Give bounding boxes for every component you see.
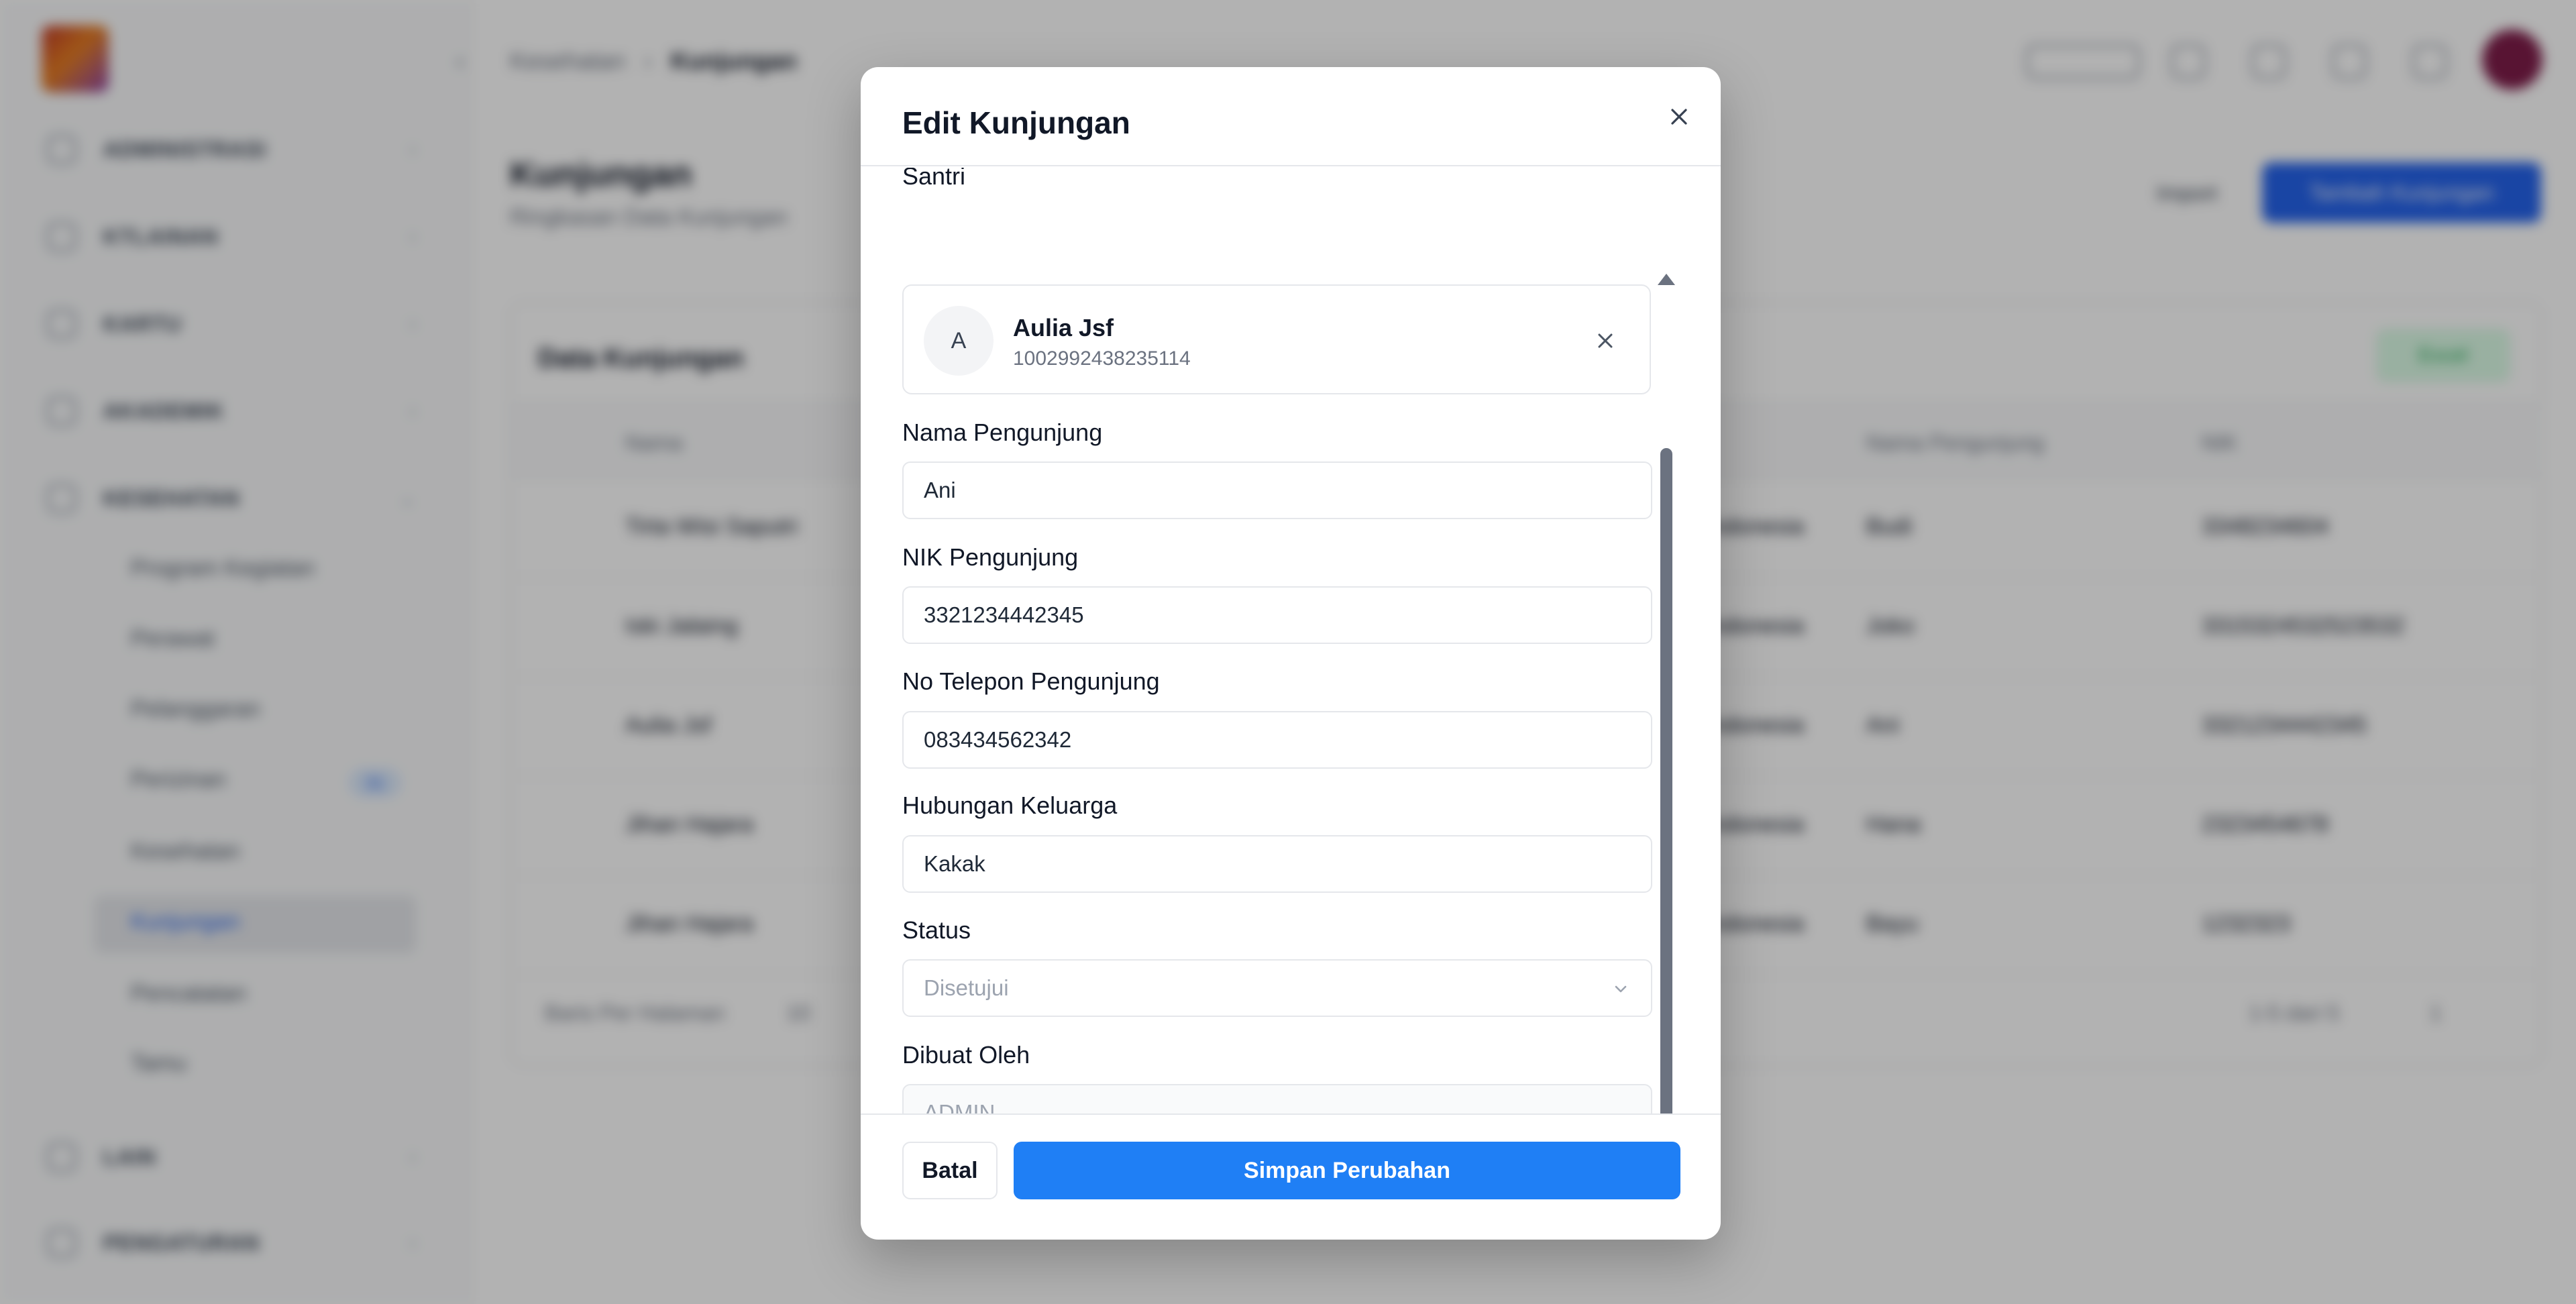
close-button[interactable] xyxy=(1659,97,1699,137)
hubungan-keluarga-label: Hubungan Keluarga xyxy=(902,792,1118,819)
scrollbar-thumb[interactable] xyxy=(1660,448,1672,1115)
santri-label: Santri xyxy=(902,168,966,190)
hubungan-keluarga-input[interactable] xyxy=(902,835,1652,893)
modal-header: Edit Kunjungan xyxy=(861,67,1721,166)
telepon-pengunjung-input[interactable] xyxy=(902,711,1652,769)
santri-avatar: A xyxy=(924,306,994,376)
selected-santri-card: A Aulia Jsf 1002992438235114 xyxy=(902,284,1651,394)
status-select[interactable]: Disetujui xyxy=(902,959,1652,1017)
status-selected-value: Disetujui xyxy=(924,975,1009,1000)
close-icon xyxy=(1671,109,1687,125)
remove-santri-button[interactable] xyxy=(1585,321,1625,361)
dibuat-oleh-input xyxy=(902,1084,1652,1115)
chevron-down-icon xyxy=(1615,985,1627,993)
close-icon xyxy=(1598,333,1613,348)
modal-body[interactable]: Santri A Aulia Jsf 1002992438235114 Nama… xyxy=(861,168,1721,1115)
status-label: Status xyxy=(902,916,971,944)
santri-name: Aulia Jsf xyxy=(1013,314,1114,341)
modal-footer: Batal Simpan Perubahan xyxy=(861,1113,1721,1240)
nik-pengunjung-label: NIK Pengunjung xyxy=(902,543,1079,571)
scroll-up-arrow-icon[interactable] xyxy=(1658,274,1675,285)
modal-title: Edit Kunjungan xyxy=(902,105,1130,140)
edit-kunjungan-modal: Edit Kunjungan Santri A Aulia Jsf 100299… xyxy=(861,67,1721,1240)
santri-id: 1002992438235114 xyxy=(1013,347,1191,370)
cancel-button[interactable]: Batal xyxy=(902,1142,998,1199)
save-changes-button[interactable]: Simpan Perubahan xyxy=(1014,1142,1680,1199)
dibuat-oleh-label: Dibuat Oleh xyxy=(902,1041,1030,1069)
nik-pengunjung-input[interactable] xyxy=(902,586,1652,644)
nama-pengunjung-label: Nama Pengunjung xyxy=(902,419,1103,446)
telepon-pengunjung-label: No Telepon Pengunjung xyxy=(902,667,1160,695)
nama-pengunjung-input[interactable] xyxy=(902,461,1652,519)
